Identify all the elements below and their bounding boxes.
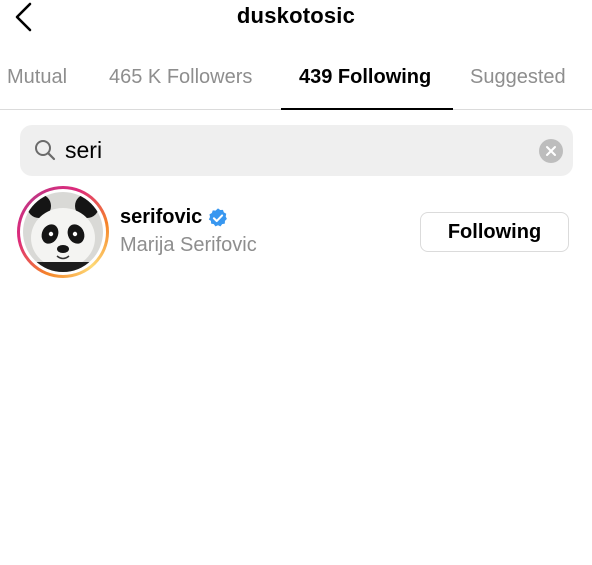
- verified-badge-icon: [209, 207, 228, 226]
- page-title: duskotosic: [236, 3, 356, 28]
- list-item[interactable]: serifovic Marija Serifovic Following: [0, 185, 592, 280]
- search-bar[interactable]: [20, 125, 573, 176]
- clear-x-icon: [546, 146, 556, 156]
- panda-avatar: [23, 192, 103, 272]
- tab-bar: Mutual 465 K Followers 439 Following Sug…: [0, 56, 592, 110]
- following-screen: duskotosic Mutual 465 K Followers 439 Fo…: [0, 0, 592, 565]
- tab-following[interactable]: 439 Following: [299, 66, 431, 89]
- top-bar: duskotosic: [0, 0, 592, 40]
- tab-suggested[interactable]: Suggested: [470, 66, 566, 89]
- following-button[interactable]: Following: [420, 212, 569, 252]
- avatar-story-ring[interactable]: [17, 186, 109, 278]
- magnifier-icon: [35, 140, 56, 161]
- active-tab-indicator: [281, 108, 453, 110]
- tab-followers[interactable]: 465 K Followers: [109, 66, 252, 89]
- clear-search-button[interactable]: [539, 139, 563, 163]
- search-input[interactable]: [65, 135, 505, 165]
- username-link[interactable]: serifovic: [120, 206, 229, 229]
- full-name: Marija Serifovic: [120, 234, 257, 256]
- tab-mutual[interactable]: Mutual: [7, 66, 67, 89]
- username: serifovic: [120, 206, 203, 228]
